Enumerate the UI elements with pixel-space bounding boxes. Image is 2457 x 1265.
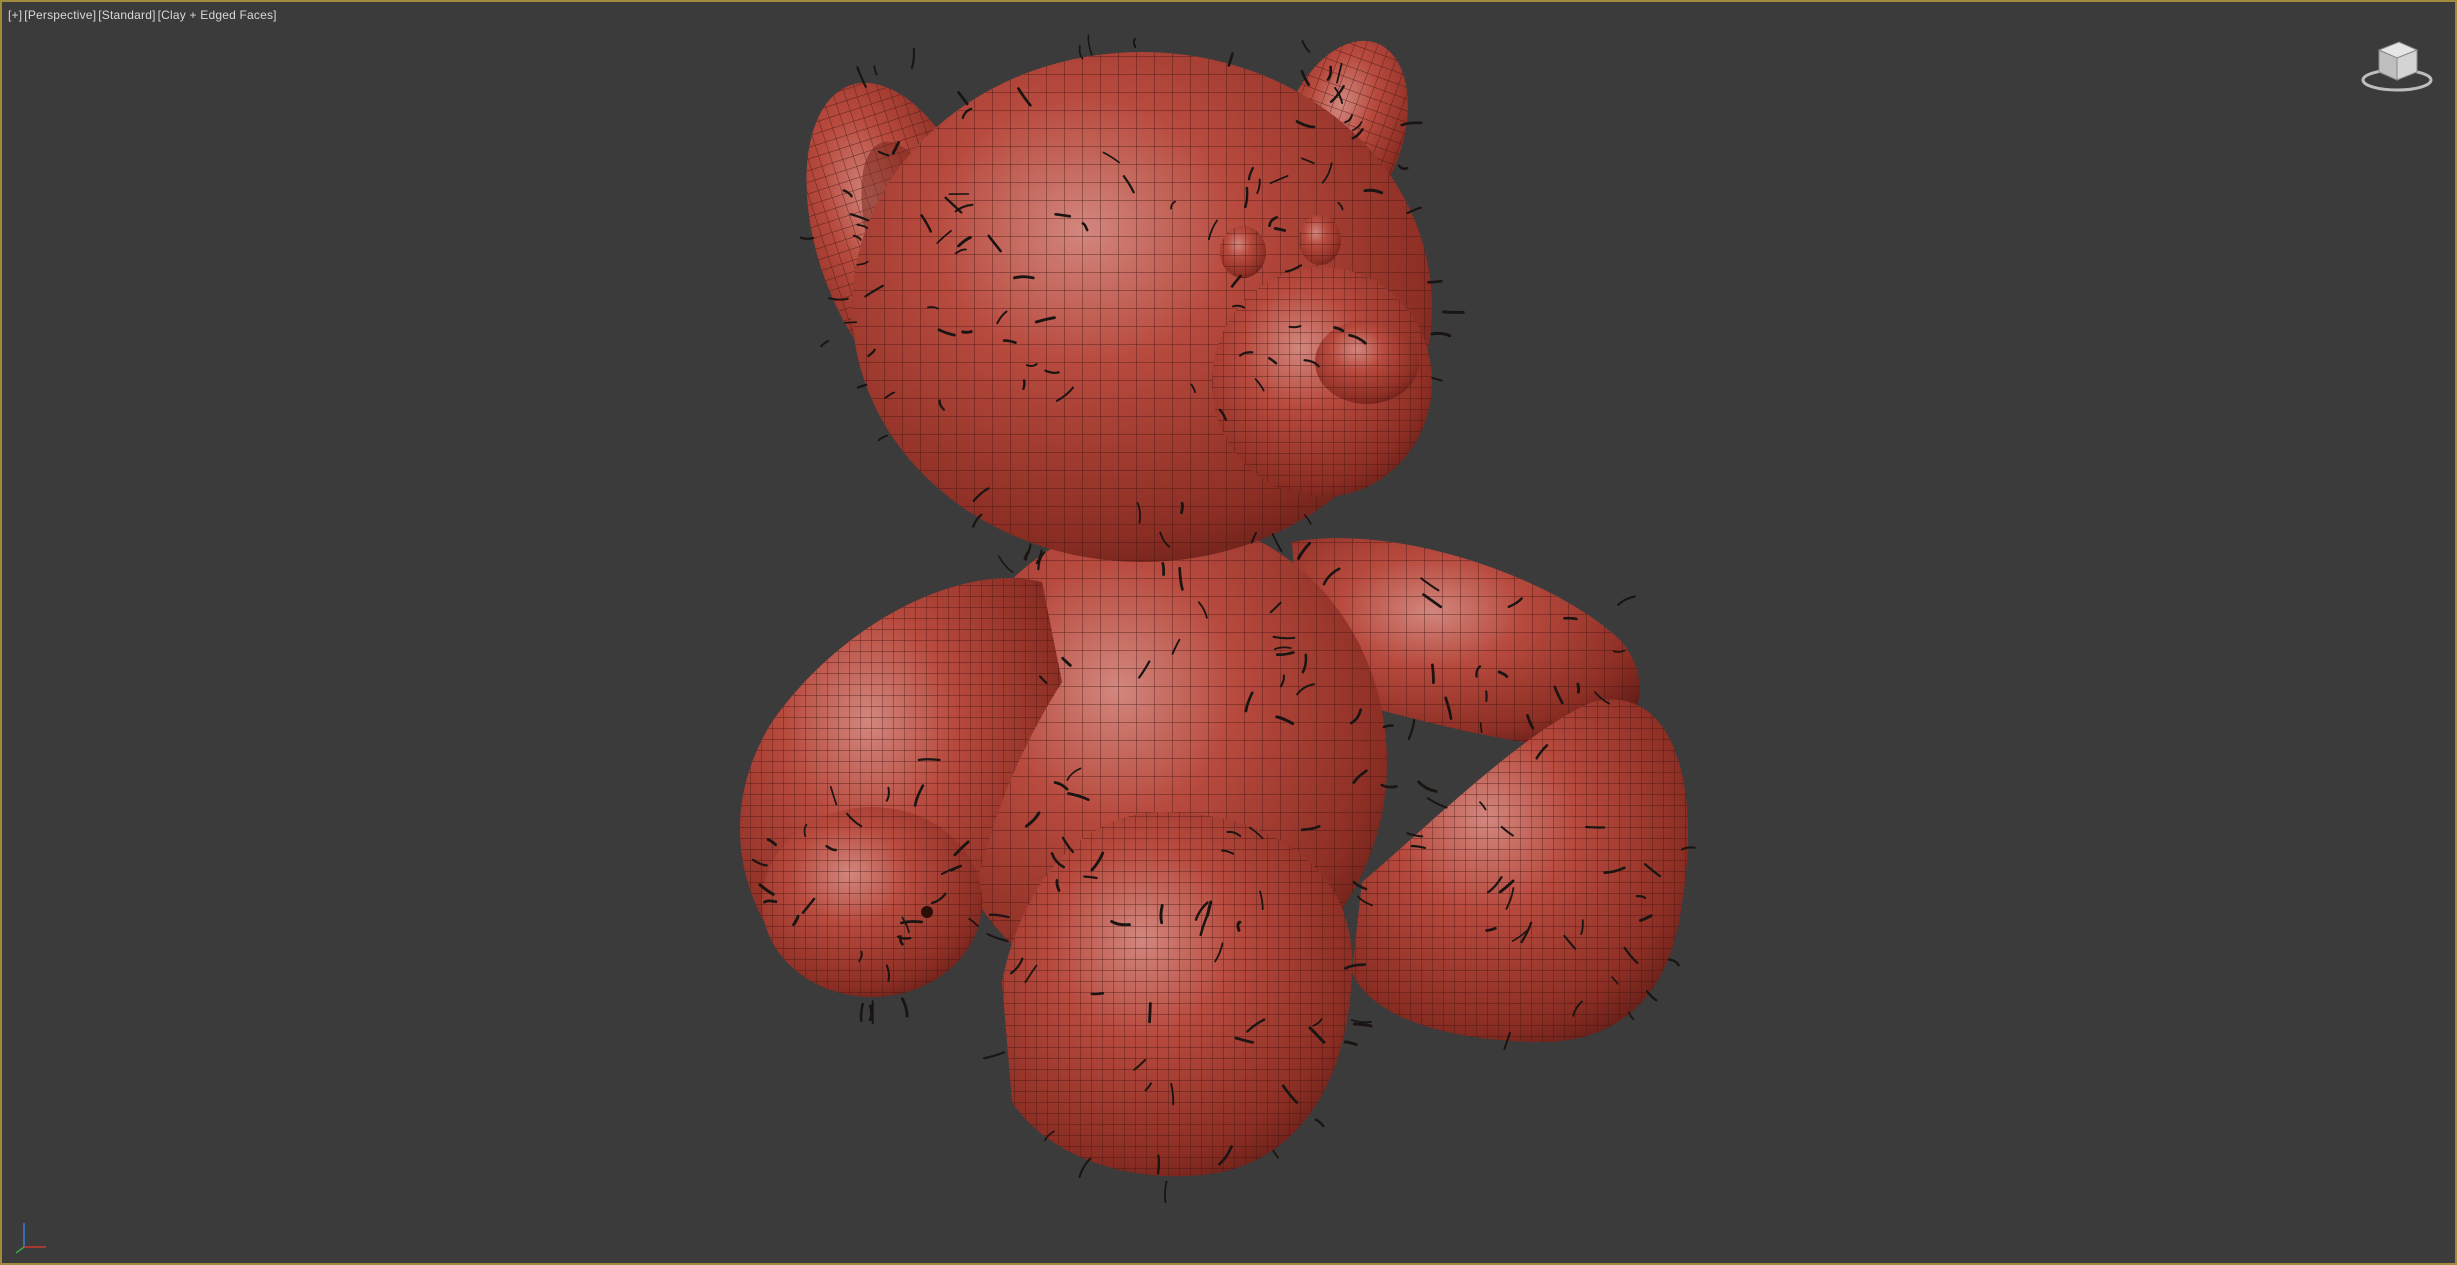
hair-strand	[1407, 719, 1416, 741]
hair-strand	[1272, 1149, 1279, 1159]
hair-strand	[1417, 780, 1438, 793]
bear-eye-right	[1299, 215, 1341, 265]
teddy-bear-model[interactable]	[2, 2, 2457, 1265]
axis-tripod-icon	[15, 1223, 46, 1254]
hair-strand	[957, 91, 969, 106]
hair-strand	[1427, 279, 1443, 284]
hair-strand	[1087, 34, 1093, 56]
hair-strand	[859, 1002, 864, 1022]
hair-strand	[1022, 379, 1026, 390]
hair-strand	[1273, 227, 1287, 232]
hair-strand	[1012, 275, 1035, 280]
hair-strand	[1398, 164, 1409, 171]
hair-strand	[1164, 1180, 1168, 1204]
hair-strand	[961, 330, 973, 334]
hair-strand	[900, 920, 924, 925]
hair-strand	[763, 899, 778, 904]
hair-strand	[1148, 1002, 1152, 1024]
hair-strand	[1024, 550, 1030, 561]
hair-strand	[1350, 1019, 1372, 1024]
hair-strand	[1303, 514, 1312, 525]
hair-strand	[820, 339, 830, 348]
bear-leg-left	[1002, 812, 1352, 1177]
hair-strand	[910, 47, 916, 70]
hair-strand	[1667, 958, 1680, 967]
hair-strand	[1563, 616, 1578, 621]
hair-strand	[1680, 846, 1696, 851]
bear-eye-left	[1220, 226, 1266, 278]
hair-strand	[998, 555, 1014, 573]
hair-strand	[844, 321, 858, 324]
hair-strand	[868, 1004, 873, 1022]
viewcube-icon[interactable]	[2357, 34, 2437, 96]
hair-strand	[1430, 331, 1452, 338]
hair-strand	[1627, 1011, 1635, 1021]
hair-strand	[1159, 904, 1164, 925]
hair-strand	[1157, 1154, 1161, 1175]
hair-strand	[1584, 825, 1606, 829]
hair-strand	[1382, 724, 1394, 729]
hair-strand	[1426, 797, 1448, 809]
hair-strand	[1078, 1157, 1091, 1179]
hair-strand	[1400, 121, 1423, 127]
hair-strand	[1352, 1022, 1373, 1028]
bear-nose	[1315, 320, 1419, 404]
hair-strand	[1078, 44, 1084, 60]
hair-strand	[1227, 52, 1234, 67]
hair-strand	[1314, 1118, 1325, 1128]
hair-strand	[1132, 38, 1137, 49]
hair-strand	[1431, 663, 1435, 684]
hair-strand	[983, 1051, 1006, 1060]
hair-strand	[1431, 376, 1443, 382]
hair-strand	[917, 758, 941, 762]
perspective-viewport[interactable]: [+] [Perspective] [Standard] [Clay + Edg…	[0, 0, 2457, 1265]
hair-strand	[1288, 325, 1302, 329]
hair-strand	[1161, 562, 1166, 577]
hair-strand	[877, 434, 888, 442]
hair-strand	[1617, 595, 1636, 606]
hair-strand	[1090, 992, 1105, 996]
hair-strand	[1645, 990, 1658, 1002]
hair-strand	[900, 997, 909, 1018]
hair-strand	[1271, 533, 1283, 553]
hair-strand	[1576, 682, 1581, 694]
hair-strand	[1380, 783, 1398, 789]
hair-strand	[1479, 722, 1483, 734]
bear-leg-right	[1352, 699, 1688, 1042]
hair-strand	[1179, 501, 1184, 515]
hair-strand	[1343, 1040, 1358, 1046]
hair-strand	[1301, 40, 1311, 53]
hair-strand	[873, 65, 878, 76]
hair-strand	[856, 383, 868, 389]
hair-strand	[799, 236, 815, 240]
